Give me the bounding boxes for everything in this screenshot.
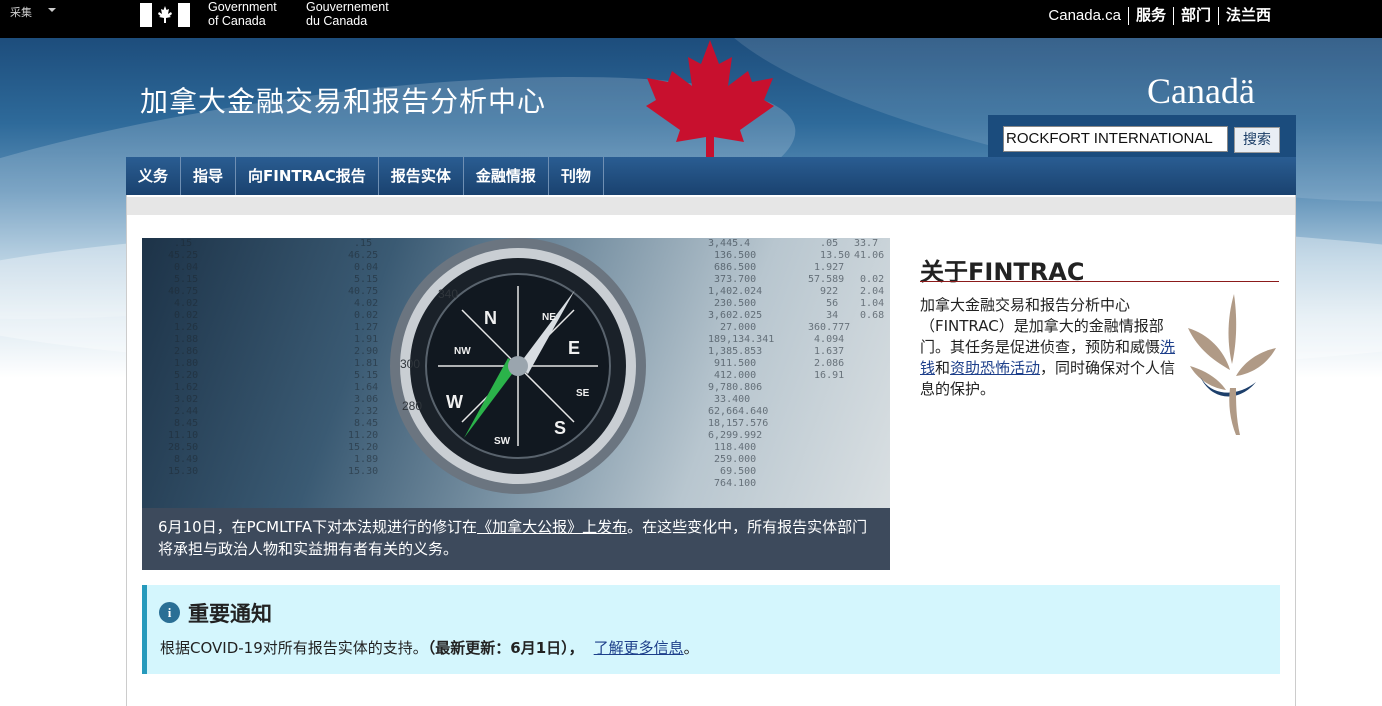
goc-en-line1: Government — [208, 0, 277, 14]
search-input[interactable]: ROCKFORT INTERNATIONAL — [1003, 126, 1228, 152]
notice-update-date: （最新更新：6月1日）， — [427, 639, 584, 657]
about-divider — [920, 281, 1279, 282]
nav-report-to-fintrac[interactable]: 向FINTRAC报告 — [236, 157, 379, 195]
compass-letter-s: S — [554, 418, 566, 438]
canada-flag-icon — [140, 3, 190, 27]
goc-signature-en[interactable]: Government of Canada — [208, 0, 277, 28]
top-bar: 采集 Government of Canada Gouvernement du … — [0, 0, 1382, 38]
goc-en-line2: of Canada — [208, 14, 266, 28]
compass-letter-sw: SW — [494, 436, 511, 447]
compass-icon: N E S W NW NE SE SW 340 300 280 — [390, 238, 646, 494]
canada-gazette-link[interactable]: 《加拿大公报》上发布 — [477, 518, 627, 536]
about-text-part2: 和 — [935, 359, 951, 377]
compass-letter-se: SE — [576, 388, 590, 399]
compass-dial-280: 280 — [402, 399, 422, 413]
info-icon: i — [159, 602, 180, 623]
notice-title: 重要通知 — [188, 602, 272, 626]
link-services[interactable]: 服务 — [1127, 7, 1173, 25]
hero-caption: 6月10日，在PCMLTFA下对本法规进行的修订在《加拿大公报》上发布。在这些变… — [142, 508, 890, 570]
goc-fr-line1: Gouvernement — [306, 0, 389, 14]
fintrac-logo-icon — [1188, 294, 1276, 435]
hero-image: .15 45.25 0.04 5.15 40.75 4.02 0.02 1.26… — [142, 238, 890, 508]
nav-financial-intelligence[interactable]: 金融情报 — [464, 157, 549, 195]
hero-caption-text: 6月10日，在PCMLTFA下对本法规进行的修订在 — [158, 518, 478, 536]
search-button[interactable]: 搜索 — [1234, 127, 1280, 153]
site-title[interactable]: 加拿大金融交易和报告分析中心 — [140, 80, 546, 120]
link-canada-ca[interactable]: Canada.ca — [1048, 7, 1128, 25]
compass-letter-nw: NW — [454, 346, 471, 357]
hero-banner[interactable]: .15 45.25 0.04 5.15 40.75 4.02 0.02 1.26… — [142, 238, 890, 570]
terrorist-financing-link[interactable]: 资助恐怖活动 — [950, 359, 1040, 377]
notice-body-text: 根据COVID-19对所有报告实体的支持。 — [160, 639, 428, 657]
nav-guidance[interactable]: 指导 — [181, 157, 237, 195]
nav-obligations[interactable]: 义务 — [126, 157, 182, 195]
learn-more-link[interactable]: 了解更多信息 — [594, 639, 684, 657]
link-french[interactable]: 法兰西 — [1217, 7, 1278, 25]
compass-letter-w: W — [446, 392, 463, 412]
main-nav: 义务 指导 向FINTRAC报告 报告实体 金融情报 刊物 — [126, 157, 1296, 195]
compass-letter-e: E — [568, 338, 580, 358]
link-departments[interactable]: 部门 — [1172, 7, 1218, 25]
goc-signature-fr[interactable]: Gouvernement du Canada — [306, 0, 389, 28]
breadcrumb-strip — [127, 197, 1295, 215]
nav-reporting-entities[interactable]: 报告实体 — [379, 157, 464, 195]
important-notice-box — [142, 585, 1280, 674]
nav-publications[interactable]: 刊物 — [549, 157, 604, 195]
about-fintrac-text: 加拿大金融交易和报告分析中心（FINTRAC）是加拿大的金融情报部门。其任务是促… — [920, 295, 1182, 400]
goc-fr-line2: du Canada — [306, 14, 368, 28]
collect-menu[interactable]: 采集 — [10, 4, 32, 20]
compass-dial-340: 340 — [438, 287, 458, 301]
about-text-part1: 加拿大金融交易和报告分析中心（FINTRAC）是加拿大的金融情报部门。其任务是促… — [920, 296, 1164, 356]
compass-letter-n: N — [484, 308, 497, 328]
chevron-down-icon[interactable] — [48, 8, 56, 12]
maple-leaf-icon — [646, 40, 774, 158]
compass-dial-300: 300 — [400, 357, 420, 371]
top-links: Canada.ca 服务 部门 法兰西 — [1048, 7, 1278, 25]
notice-end: 。 — [683, 639, 699, 657]
notice-body: 根据COVID-19对所有报告实体的支持。（最新更新：6月1日）， 了解更多信息。 — [160, 637, 699, 658]
canada-wordmark: Canadä — [1147, 70, 1255, 112]
compass-letter-ne: NE — [542, 312, 556, 323]
wordmark-text: Canadä — [1147, 71, 1255, 111]
